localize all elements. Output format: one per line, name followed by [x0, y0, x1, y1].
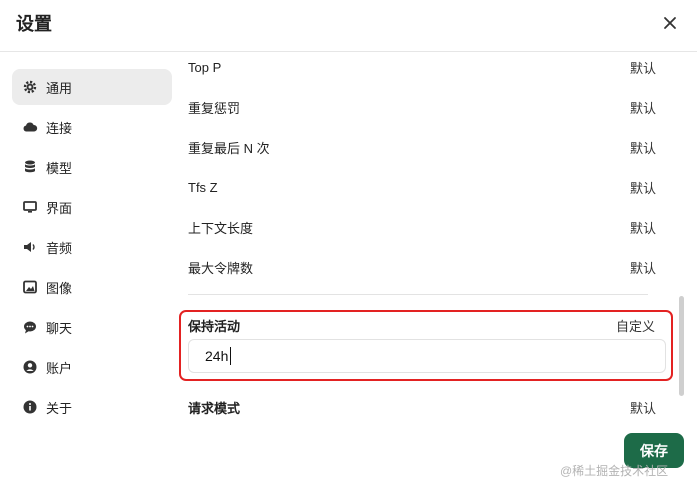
sidebar-item-label: 账户	[46, 360, 73, 376]
sidebar-item-label: 音频	[46, 240, 73, 256]
scrollbar-thumb[interactable]	[679, 296, 684, 396]
database-icon	[22, 159, 38, 175]
user-icon	[22, 359, 38, 375]
param-value-toggle[interactable]: 默认	[630, 58, 656, 77]
sidebar-item-about[interactable]: 关于	[12, 389, 172, 425]
sidebar-item-label: 连接	[46, 120, 73, 136]
param-value-toggle[interactable]: 默认	[630, 258, 656, 277]
param-label: 最大令牌数	[188, 260, 254, 276]
sidebar: 通用 连接 模型 界面 音频 图像 聊天 账户 关于	[0, 53, 180, 484]
dialog-title: 设置	[16, 14, 52, 34]
settings-content: Top P 默认 重复惩罚 默认 重复最后 N 次 默认 Tfs Z 默认 上下…	[180, 53, 677, 484]
sidebar-item-label: 通用	[46, 80, 73, 96]
param-value-toggle[interactable]: 默认	[630, 178, 656, 197]
sidebar-item-audio[interactable]: 音频	[12, 229, 172, 265]
sidebar-item-account[interactable]: 账户	[12, 349, 172, 385]
sidebar-item-label: 聊天	[46, 320, 73, 336]
sidebar-item-label: 关于	[46, 400, 73, 416]
gear-icon	[22, 79, 38, 95]
info-icon	[22, 399, 38, 415]
param-label: 上下文长度	[188, 220, 254, 236]
sidebar-item-chat[interactable]: 聊天	[12, 309, 172, 345]
param-row-context-length: 上下文长度 默认	[188, 207, 656, 247]
param-row-repeat-last-n: 重复最后 N 次 默认	[188, 127, 656, 167]
sidebar-item-connections[interactable]: 连接	[12, 109, 172, 145]
chat-icon	[22, 319, 38, 335]
param-row-repeat-penalty: 重复惩罚 默认	[188, 87, 656, 127]
image-icon	[22, 279, 38, 295]
param-value-toggle[interactable]: 默认	[630, 218, 656, 237]
param-value-toggle[interactable]: 默认	[630, 138, 656, 157]
param-value-toggle[interactable]: 默认	[630, 98, 656, 117]
param-row-max-tokens: 最大令牌数 默认	[188, 247, 656, 287]
keep-alive-mode-toggle[interactable]: 自定义	[616, 316, 655, 335]
divider	[188, 294, 648, 295]
request-mode-label: 请求模式	[188, 401, 241, 416]
dialog-header: 设置	[0, 0, 697, 52]
param-label: 重复最后 N 次	[188, 140, 270, 156]
watermark: @稀土掘金技术社区	[560, 464, 669, 478]
monitor-icon	[22, 199, 38, 215]
sidebar-item-interface[interactable]: 界面	[12, 189, 172, 225]
keep-alive-label: 保持活动	[188, 319, 241, 334]
keep-alive-input[interactable]	[188, 339, 666, 373]
close-icon[interactable]	[659, 12, 681, 34]
param-row-top-p: Top P 默认	[188, 53, 656, 87]
sidebar-item-general[interactable]: 通用	[12, 69, 172, 105]
param-label: Top P	[188, 59, 222, 75]
param-label: Tfs Z	[188, 179, 218, 195]
request-mode-toggle[interactable]: 默认	[630, 398, 656, 417]
sidebar-item-models[interactable]: 模型	[12, 149, 172, 185]
sidebar-item-label: 界面	[46, 200, 73, 216]
sidebar-item-label: 模型	[46, 160, 73, 176]
text-caret	[230, 347, 231, 365]
param-row-tfs-z: Tfs Z 默认	[188, 167, 656, 207]
speaker-icon	[22, 239, 38, 255]
cloud-icon	[22, 119, 38, 135]
sidebar-item-label: 图像	[46, 280, 73, 296]
param-label: 重复惩罚	[188, 100, 241, 116]
sidebar-item-images[interactable]: 图像	[12, 269, 172, 305]
